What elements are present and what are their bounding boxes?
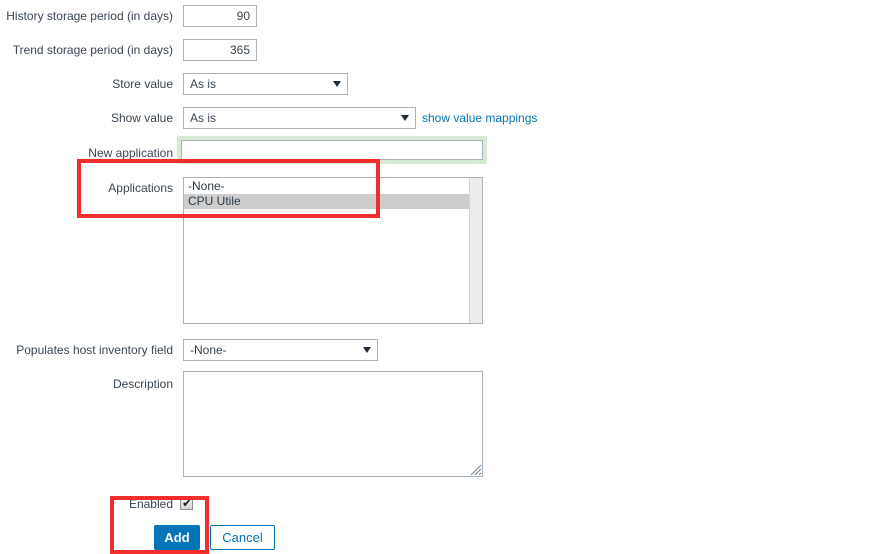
applications-option-list: -None- CPU Utile [184,179,469,323]
new-application-focus-glow [177,136,487,164]
field-row-history-storage: History storage period (in days) [0,5,891,27]
item-configuration-form: History storage period (in days) Trend s… [0,0,891,554]
store-value-label: Store value [112,77,173,91]
show-value-select[interactable]: As is [183,107,416,129]
host-inventory-selected: -None- [190,343,227,357]
chevron-down-icon [401,115,409,121]
applications-label: Applications [108,181,173,195]
trend-storage-input[interactable] [183,39,257,61]
chevron-down-icon [363,347,371,353]
field-row-show-value: Show value As is show value mappings [0,107,891,129]
field-row-trend-storage: Trend storage period (in days) [0,39,891,61]
host-inventory-select[interactable]: -None- [183,339,378,361]
enabled-checkbox[interactable]: ✔ [180,497,193,510]
cancel-button[interactable]: Cancel [210,525,275,550]
show-value-mappings-link[interactable]: show value mappings [422,107,537,129]
show-value-selected: As is [190,111,217,125]
applications-listbox[interactable]: -None- CPU Utile [183,177,483,324]
list-item[interactable]: CPU Utile [184,194,469,209]
store-value-selected: As is [190,77,217,91]
checkmark-icon: ✔ [182,496,193,510]
list-item[interactable]: -None- [184,179,469,194]
trend-storage-label: Trend storage period (in days) [12,43,173,57]
field-row-host-inventory: Populates host inventory field -None- [0,339,891,361]
history-storage-label: History storage period (in days) [6,9,173,23]
host-inventory-label: Populates host inventory field [16,343,173,357]
history-storage-input[interactable] [183,5,257,27]
enabled-label: Enabled [128,497,173,511]
field-row-store-value: Store value As is [0,73,891,95]
show-value-label: Show value [110,111,173,125]
new-application-label: New application [88,146,173,160]
description-label: Description [112,377,173,391]
description-textarea[interactable] [183,371,483,477]
store-value-select[interactable]: As is [183,73,348,95]
new-application-input[interactable] [181,140,483,160]
chevron-down-icon [333,81,341,87]
applications-scrollbar[interactable] [469,178,482,323]
add-button[interactable]: Add [154,525,200,550]
